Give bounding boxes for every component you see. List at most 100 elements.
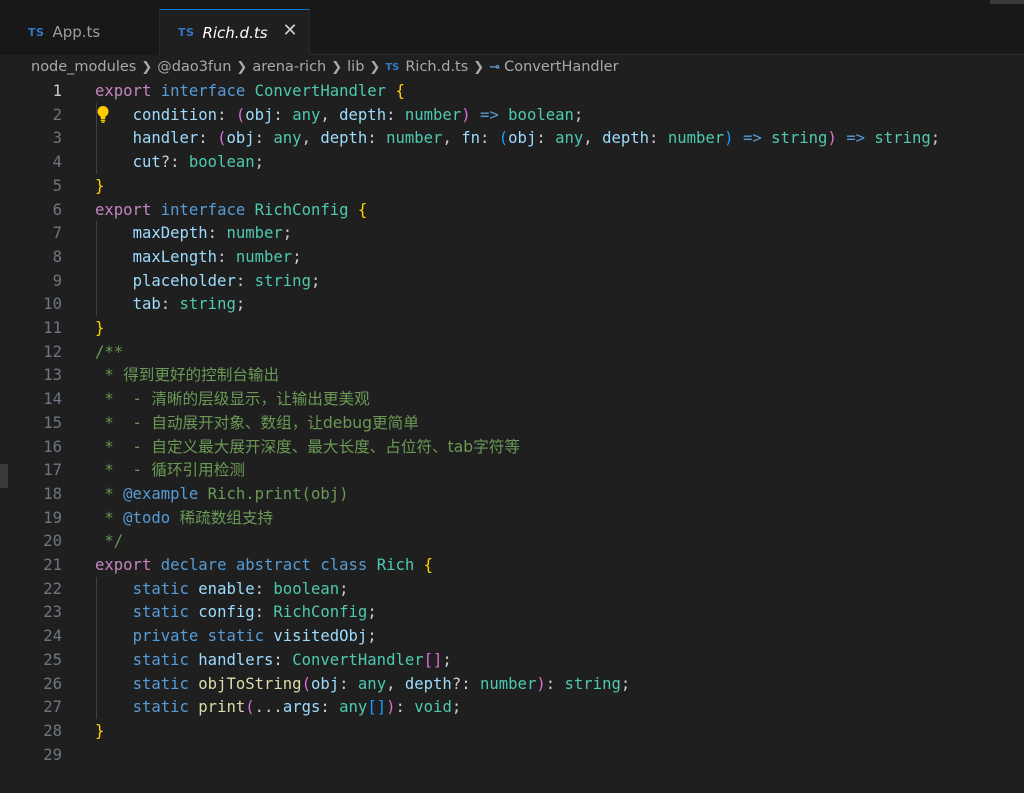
code-token: Rich.print(obj) bbox=[198, 484, 349, 503]
line-number: 24 bbox=[43, 627, 62, 646]
code-line[interactable]: 2 condition: (obj: any, depth: number) =… bbox=[0, 103, 1024, 127]
code-line[interactable]: 21 export declare abstract class Rich { bbox=[0, 553, 1024, 577]
line-number: 2 bbox=[52, 105, 62, 124]
code-line[interactable]: 20 */ bbox=[0, 529, 1024, 553]
chevron-right-icon: ❯ bbox=[141, 59, 153, 75]
code-line[interactable]: 16 * - 自定义最大展开深度、最大长度、占位符、tab字符等 bbox=[0, 435, 1024, 459]
code-token: ; bbox=[310, 271, 321, 290]
code-text: static objToString(obj: any, depth?: num… bbox=[95, 672, 631, 696]
code-token: { bbox=[357, 200, 368, 219]
code-line[interactable]: 8 maxLength: number; bbox=[0, 245, 1024, 269]
code-line[interactable]: 26 static objToString(obj: any, depth?: … bbox=[0, 672, 1024, 696]
code-line[interactable]: 5} bbox=[0, 174, 1024, 198]
code-token: abstract bbox=[235, 556, 311, 574]
tab-app-ts[interactable]: TS App.ts bbox=[0, 9, 160, 55]
code-token: { bbox=[395, 82, 405, 100]
code-line[interactable]: 4 cut?: boolean; bbox=[0, 150, 1024, 174]
code-text: static handlers: ConvertHandler[]; bbox=[95, 648, 452, 672]
breadcrumb-item-arena-rich[interactable]: arena-rich bbox=[252, 59, 326, 75]
code-token: static bbox=[132, 650, 189, 669]
code-line[interactable]: 29 bbox=[0, 743, 1024, 767]
code-token: obj bbox=[310, 674, 340, 693]
code-line[interactable]: 19 * @todo 稀疏数组支持 bbox=[0, 506, 1024, 530]
code-token: 循环引用检测 bbox=[151, 461, 245, 480]
line-number: 15 bbox=[43, 413, 62, 432]
line-number: 17 bbox=[43, 461, 62, 480]
breadcrumb-item-lib[interactable]: lib bbox=[347, 59, 364, 75]
line-number: 7 bbox=[52, 224, 62, 243]
code-token: static bbox=[207, 627, 265, 646]
code-text: cut?: boolean; bbox=[95, 150, 264, 174]
code-line[interactable]: 17 * - 循环引用检测 bbox=[0, 458, 1024, 482]
line-number: 12 bbox=[43, 342, 62, 361]
code-text: export interface RichConfig { bbox=[95, 198, 367, 222]
code-token: : bbox=[207, 224, 227, 243]
breadcrumb-item-dao3fun[interactable]: @dao3fun bbox=[157, 59, 231, 75]
code-line[interactable]: 12 /** bbox=[0, 340, 1024, 364]
code-line[interactable]: 3 handler: (obj: any, depth: number, fn:… bbox=[0, 126, 1024, 150]
code-line[interactable]: 10 tab: string; bbox=[0, 292, 1024, 316]
code-token: : bbox=[273, 105, 293, 124]
code-token: ; bbox=[930, 129, 941, 148]
code-line[interactable]: 22 static enable: boolean; bbox=[0, 577, 1024, 601]
code-token: ) bbox=[827, 129, 837, 148]
code-line[interactable]: 15 * - 自动展开对象、数组，让debug更简单 bbox=[0, 411, 1024, 435]
code-line[interactable]: 6 export interface RichConfig { bbox=[0, 198, 1024, 222]
code-token: ... bbox=[254, 698, 283, 717]
code-token: static bbox=[132, 603, 189, 622]
code-token: [] bbox=[423, 650, 443, 669]
code-text: maxLength: number; bbox=[95, 245, 302, 269]
code-line[interactable]: 24 private static visitedObj; bbox=[0, 624, 1024, 648]
code-token: : bbox=[545, 674, 565, 693]
code-line[interactable]: 23 static config: RichConfig; bbox=[0, 600, 1024, 624]
scrollbar-marker bbox=[990, 0, 1024, 4]
tab-rich-d-ts[interactable]: TS Rich.d.ts ✕ bbox=[160, 9, 310, 55]
breadcrumb-item-symbol[interactable]: ConvertHandler bbox=[504, 59, 618, 75]
code-line[interactable]: 11} bbox=[0, 316, 1024, 340]
code-token: , bbox=[442, 129, 462, 148]
code-text: static config: RichConfig; bbox=[95, 600, 377, 624]
code-line[interactable]: 1 export interface ConvertHandler { bbox=[0, 79, 1024, 103]
code-token: ConvertHandler bbox=[292, 650, 424, 669]
breadcrumb-item-file[interactable]: Rich.d.ts bbox=[405, 59, 468, 75]
code-token: : bbox=[386, 105, 405, 124]
close-icon[interactable]: ✕ bbox=[281, 22, 299, 40]
code-token: objToString bbox=[198, 674, 302, 693]
chevron-right-icon: ❯ bbox=[473, 59, 485, 75]
code-token: obj bbox=[508, 129, 537, 148]
code-token: void bbox=[414, 698, 452, 717]
code-line[interactable]: 13 * 得到更好的控制台输出 bbox=[0, 363, 1024, 387]
line-number: 6 bbox=[52, 200, 62, 219]
code-text: export interface ConvertHandler { bbox=[95, 79, 405, 103]
code-token: * - bbox=[95, 437, 152, 456]
code-token: boolean bbox=[188, 153, 255, 172]
code-token: maxDepth bbox=[132, 224, 208, 243]
lightbulb-icon[interactable] bbox=[96, 105, 110, 128]
code-line[interactable]: 18 * @example Rich.print(obj) bbox=[0, 482, 1024, 506]
code-line[interactable]: 9 placeholder: string; bbox=[0, 269, 1024, 293]
code-token: : bbox=[254, 129, 274, 148]
code-line[interactable]: 25 static handlers: ConvertHandler[]; bbox=[0, 648, 1024, 672]
code-line[interactable]: 14 * - 清晰的层级显示，让输出更美观 bbox=[0, 387, 1024, 411]
code-token: * - bbox=[95, 413, 152, 432]
code-line[interactable]: 7 maxDepth: number; bbox=[0, 221, 1024, 245]
code-token: number bbox=[226, 224, 283, 243]
code-token: interface bbox=[160, 82, 246, 100]
code-token: string bbox=[771, 129, 828, 148]
code-editor[interactable]: 1 export interface ConvertHandler {2 cond… bbox=[0, 79, 1024, 793]
code-line[interactable]: 27 static print(...args: any[]): void; bbox=[0, 695, 1024, 719]
tab-label: Rich.d.ts bbox=[202, 23, 268, 42]
code-line[interactable]: 28} bbox=[0, 719, 1024, 743]
code-token: ( bbox=[245, 698, 255, 717]
breadcrumb-item-node-modules[interactable]: node_modules bbox=[31, 59, 136, 75]
code-token: ; bbox=[292, 247, 302, 266]
